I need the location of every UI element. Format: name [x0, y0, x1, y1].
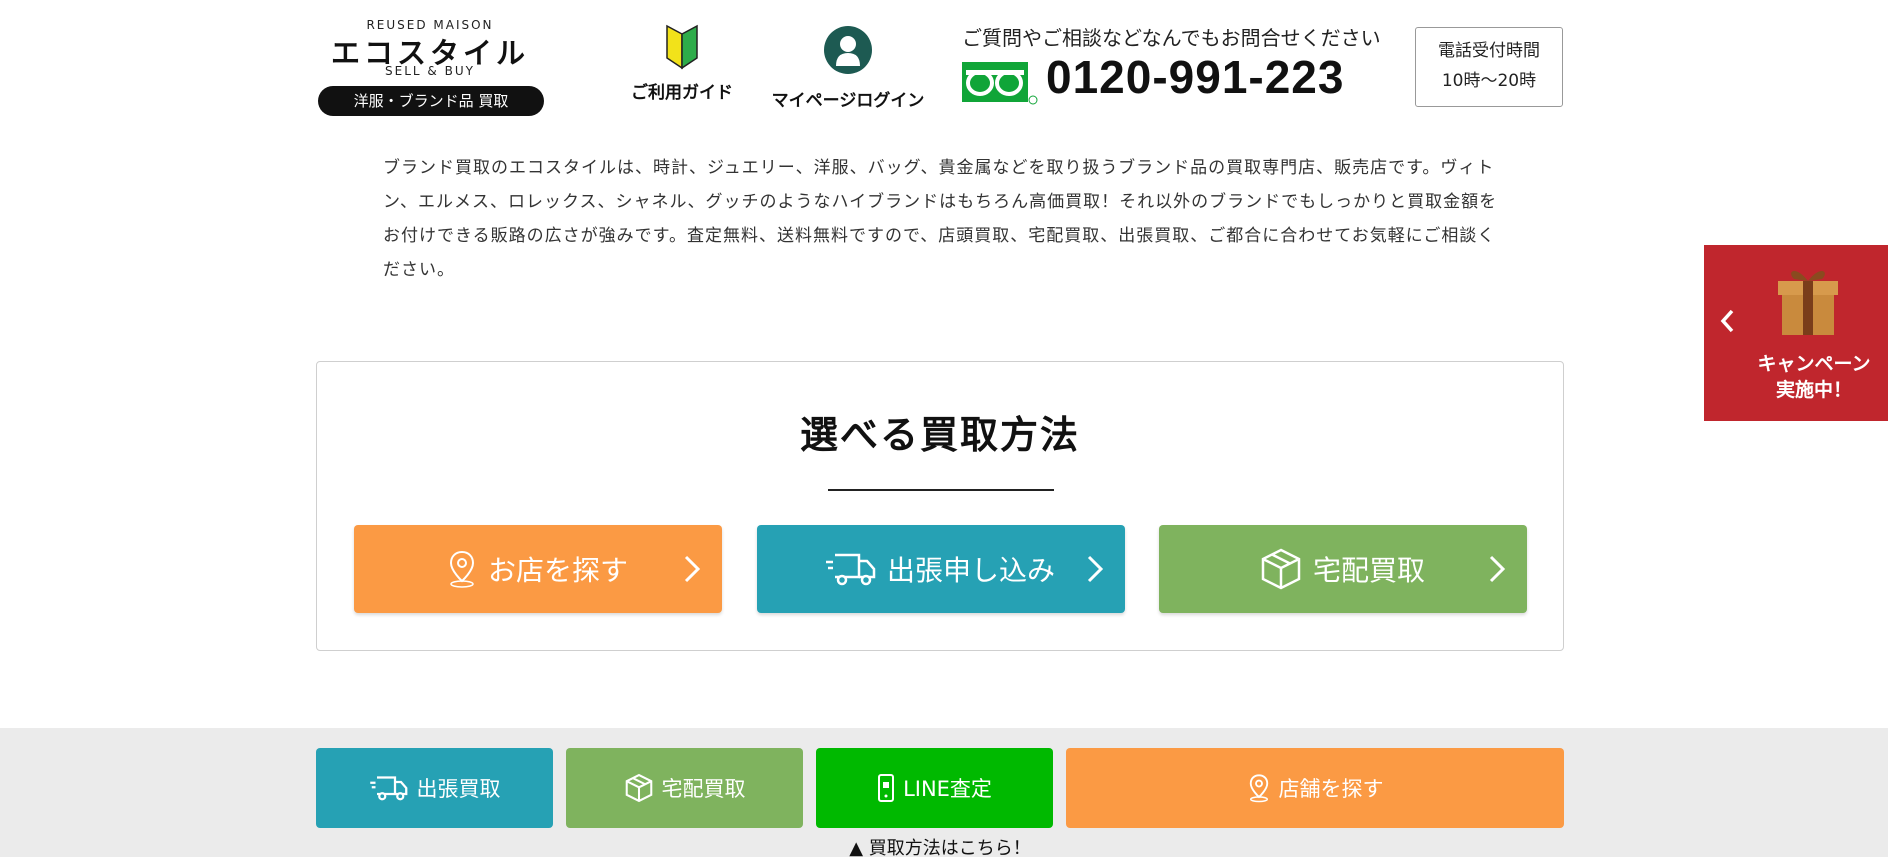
campaign-line1: キャンペーン	[1757, 353, 1871, 375]
title-underline	[828, 489, 1054, 491]
bottom-store-label: 店舗を探す	[1278, 777, 1384, 801]
bottom-store-button[interactable]: 店舗を探す	[1066, 748, 1564, 828]
find-store-label: お店を探す	[488, 554, 629, 587]
map-pin-icon	[1249, 774, 1268, 803]
campaign-line2: 実施中！	[1775, 379, 1852, 401]
bottom-line-button[interactable]: LINE査定	[816, 748, 1053, 828]
bottom-line-label: LINE査定	[903, 777, 992, 801]
description-text: ブランド買取のエコスタイルは、時計、ジュエリー、洋服、バッグ、貴金属などを取り扱…	[383, 158, 1498, 280]
mypage-login-link[interactable]: マイページログイン	[766, 26, 930, 111]
chevron-right-icon	[1489, 555, 1506, 583]
bottom-visit-label: 出張買取	[416, 777, 501, 801]
visit-request-label: 出張申し込み	[887, 554, 1056, 587]
find-store-button[interactable]: お店を探す	[354, 525, 722, 613]
business-hours-box: 電話受付時間 10時〜20時	[1415, 27, 1563, 107]
bottom-visit-button[interactable]: 出張買取	[316, 748, 553, 828]
gift-icon	[1778, 270, 1838, 335]
site-logo[interactable]: REUSED MAISON エコスタイル SELL & BUY 洋服・ブランド品…	[316, 14, 544, 118]
guide-link[interactable]: ご利用ガイド	[622, 24, 742, 110]
guide-label: ご利用ガイド	[631, 83, 733, 103]
home-delivery-label: 宅配買取	[1313, 554, 1426, 587]
phone-icon	[878, 774, 895, 802]
logo-bottom-text: SELL & BUY	[385, 64, 475, 78]
hours-value: 10時〜20時	[1441, 71, 1537, 91]
bottom-note: ▲ 買取方法はこちら！	[849, 838, 1031, 859]
chevron-left-icon	[1720, 309, 1734, 333]
box-icon	[625, 773, 652, 803]
campaign-side-tab[interactable]: キャンペーン 実施中！	[1704, 245, 1888, 421]
truck-icon	[826, 553, 876, 586]
user-icon	[824, 26, 872, 74]
bottom-delivery-label: 宅配買取	[661, 777, 746, 801]
freedial-icon	[962, 60, 1038, 106]
logo-pill: 洋服・ブランド品 買取	[318, 86, 544, 116]
hours-title: 電話受付時間	[1438, 41, 1540, 61]
methods-title: 選べる買取方法	[799, 412, 1080, 457]
beginner-mark-icon	[666, 24, 698, 70]
contact-text: ご質問やご相談などなんでもお問合せください	[962, 26, 1381, 50]
truck-icon	[369, 776, 407, 801]
visit-request-button[interactable]: 出張申し込み	[757, 525, 1125, 613]
home-delivery-button[interactable]: 宅配買取	[1159, 525, 1527, 613]
chevron-right-icon	[1087, 555, 1104, 583]
bottom-delivery-button[interactable]: 宅配買取	[566, 748, 803, 828]
mypage-label: マイページログイン	[771, 91, 925, 111]
box-icon	[1261, 548, 1301, 590]
map-pin-icon	[449, 550, 475, 588]
phone-number[interactable]: 0120-991-223	[1046, 50, 1344, 104]
chevron-right-icon	[684, 555, 701, 583]
